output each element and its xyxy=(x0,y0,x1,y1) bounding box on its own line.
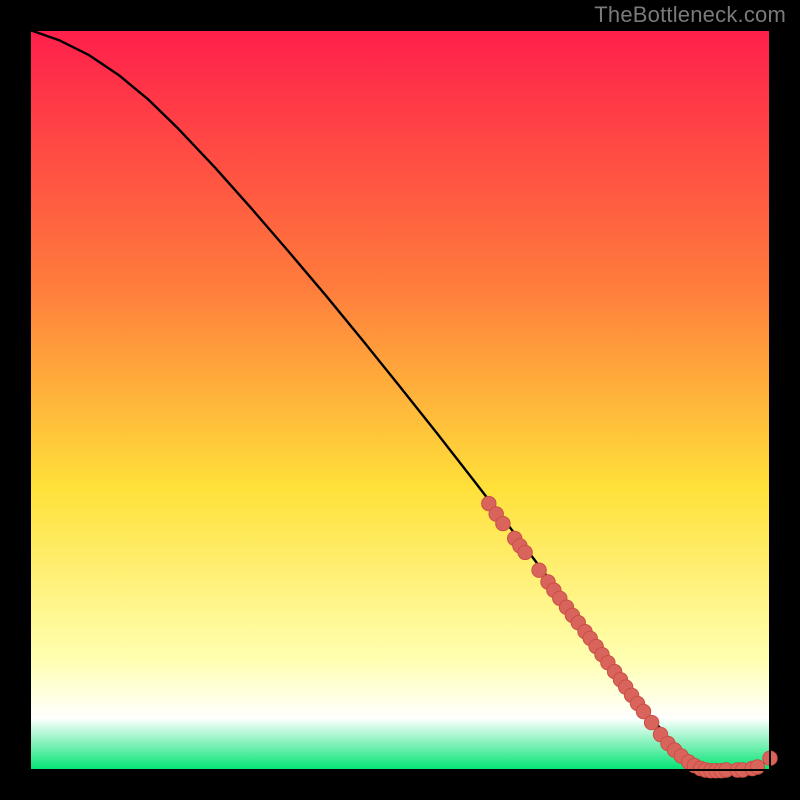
data-marker xyxy=(518,545,532,559)
chart-canvas xyxy=(0,0,800,800)
data-marker xyxy=(496,516,510,530)
plot-background xyxy=(30,30,770,770)
data-marker xyxy=(750,760,764,774)
data-marker xyxy=(644,715,658,729)
chart-root: TheBottleneck.com xyxy=(0,0,800,800)
data-marker xyxy=(532,563,546,577)
